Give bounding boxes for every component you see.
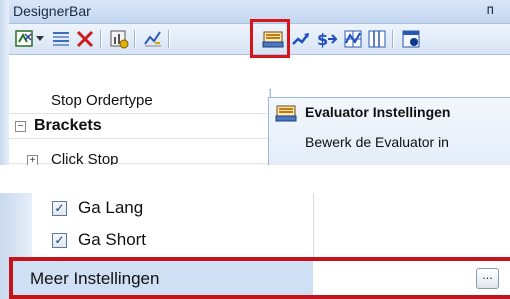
list-lines-icon[interactable] <box>49 27 73 51</box>
panel-titlebar[interactable]: DesignerBar ᴨ <box>9 0 510 24</box>
svg-text:$: $ <box>317 30 328 49</box>
category-row[interactable]: − Brackets <box>9 114 269 139</box>
delete-x-icon[interactable] <box>73 27 97 51</box>
panel-title: DesignerBar <box>13 3 91 19</box>
pin-icon[interactable]: ᴨ <box>487 3 494 18</box>
expand-icon[interactable]: + <box>27 155 38 165</box>
columns-icon[interactable] <box>365 27 389 51</box>
checkbox-ga-lang[interactable]: ✓ <box>52 201 67 216</box>
column-divider <box>313 225 314 257</box>
toolbar-separator <box>392 30 394 48</box>
checkbox-ga-short[interactable]: ✓ <box>52 233 67 248</box>
meer-instellingen-row[interactable]: Meer Instellingen ... <box>9 257 510 299</box>
ellipsis-button[interactable]: ... <box>476 268 499 289</box>
property-row-label: Stop Ordertype <box>51 92 153 109</box>
category-label: Brackets <box>34 117 102 134</box>
menu-title: Evaluator Instellingen <box>305 104 451 120</box>
evaluator-tooltip-menu[interactable]: Evaluator Instellingen Bewerk de Evaluat… <box>268 97 510 165</box>
dropdown-arrow-icon[interactable] <box>34 27 46 51</box>
trend-arrow-icon[interactable] <box>289 27 313 51</box>
properties-icon[interactable] <box>399 27 423 51</box>
chart-gear-icon[interactable] <box>107 27 131 51</box>
panel-left-edge <box>0 0 9 165</box>
row-highlight-border <box>9 257 510 299</box>
checkbox-row-ga-lang[interactable]: ✓ Ga Lang <box>32 193 510 226</box>
property-row[interactable]: + Click Stop <box>9 139 269 165</box>
checkbox-row-ga-short[interactable]: ✓ Ga Short <box>32 225 510 258</box>
evaluator-settings-icon <box>275 105 297 122</box>
checkbox-label: Ga Short <box>78 230 147 249</box>
toolbar: $ <box>9 24 510 55</box>
designer-bar-panel: DesignerBar ᴨ $ Stop Ordertype − Bracket… <box>0 0 510 165</box>
collapse-icon[interactable]: − <box>15 121 26 132</box>
grid-chart-icon[interactable] <box>341 27 365 51</box>
property-grid-bottom: ✓ Ga Lang ✓ Ga Short Meer Instellingen .… <box>0 193 510 299</box>
toolbar-separator <box>134 30 136 48</box>
menu-description: Bewerk de Evaluator in <box>305 134 449 150</box>
evaluator-settings-icon[interactable] <box>259 27 287 51</box>
property-grid-top: Stop Ordertype − Brackets + Click Stop <box>9 89 269 165</box>
toolbar-separator <box>168 30 170 48</box>
property-row-label: Click Stop <box>51 151 119 165</box>
checkbox-label: Ga Lang <box>78 198 144 217</box>
line-chart-icon[interactable] <box>141 27 165 51</box>
column-divider <box>313 193 314 225</box>
dollar-arrow-icon[interactable]: $ <box>315 27 339 51</box>
property-row[interactable]: Stop Ordertype <box>9 89 269 114</box>
toolbar-separator <box>100 30 102 48</box>
